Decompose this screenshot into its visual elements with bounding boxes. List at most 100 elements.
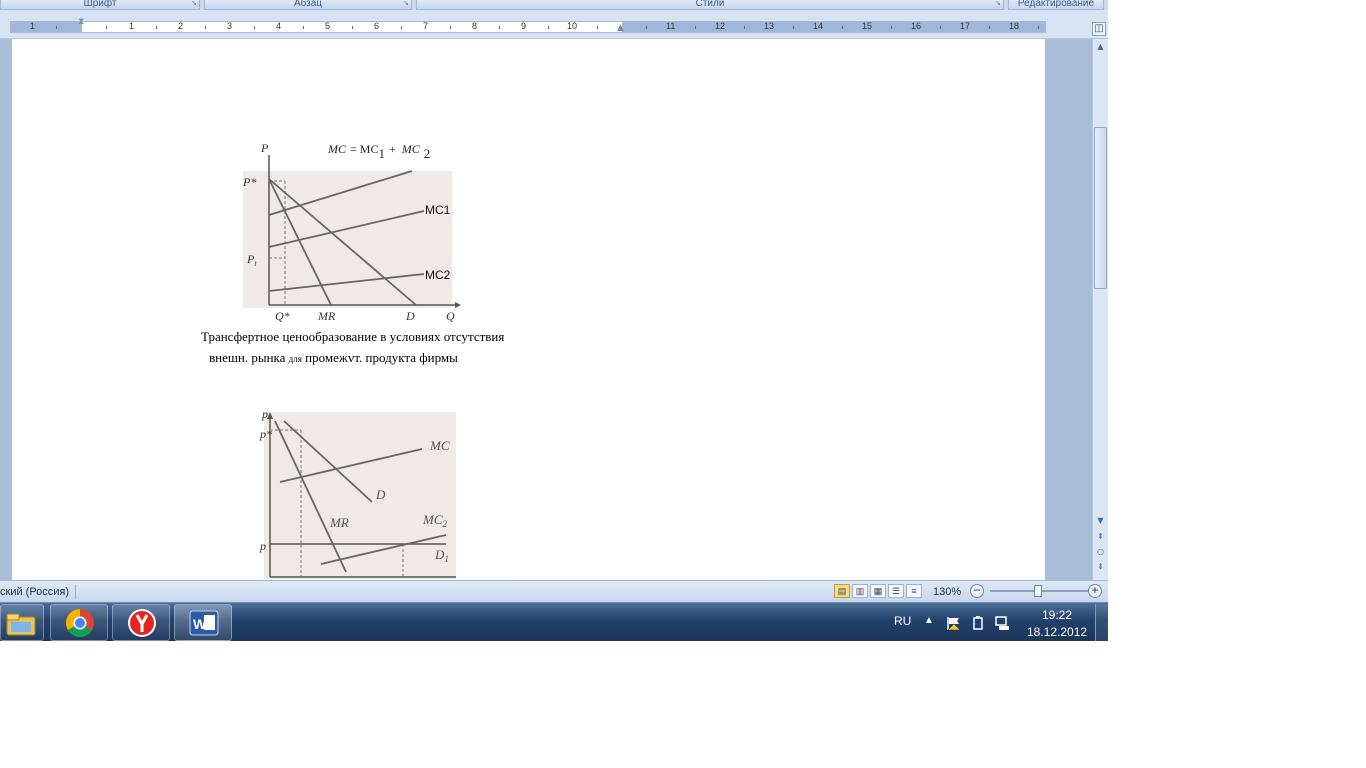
figure1-formula-sub1: 1 [378,146,385,161]
figure2-label-mc: MC [429,438,450,453]
figure2-background [264,412,456,579]
document-area: P MC = MC1 + MC 2 P* Pt MC1 MC2 Q* MR D Q Тр… [0,39,1092,580]
caption-part-c: промежvт. продукта фирмы [305,350,458,365]
caption-part-b: для [288,354,302,364]
caption-part-a: внешн. рынка [209,350,286,365]
ribbon-group-styles[interactable]: Стили ↘ [416,0,1004,10]
figure1-label-qstar: Q* [275,309,290,323]
vertical-scrollbar[interactable]: ▲ ▼ ⇞ ○ ⇟ [1092,39,1108,580]
tray-expand-icon[interactable]: ▲ [924,615,934,626]
ruler-strip: 1 1 2 3 4 5 6 7 8 9 10 11 12 13 14 15 16… [10,21,1046,33]
figure2-label-mc2: MC [422,512,443,527]
figure1-label-mr: MR [317,309,336,323]
figure1-formula-sub2: 2 [424,146,431,161]
figure2-label-d1-sub: 1 [444,554,449,564]
horizontal-ruler[interactable]: 1 1 2 3 4 5 6 7 8 9 10 11 12 13 14 15 16… [0,10,1108,39]
ruler-number: 8 [472,21,478,31]
power-icon[interactable] [970,615,986,631]
web-layout-button[interactable]: ▦ [870,584,886,598]
status-bar: ский (Россия) ▤ ▥ ▦ ☰ ≡ 130% − + [0,580,1108,602]
figure1-formula-eq: = MC [350,142,378,156]
scroll-down-icon[interactable]: ▼ [1095,515,1106,527]
ribbon-group-editing[interactable]: Редактирование [1008,0,1104,10]
ruler-number: 18 [1009,21,1020,31]
ruler-number: 14 [813,21,824,31]
network-icon[interactable] [994,615,1010,631]
figure2-label-mr: MR [329,515,349,530]
word-icon: W [189,610,219,636]
figure1-label-pstar: P* [242,175,256,189]
dialog-launcher-icon[interactable]: ↘ [403,0,409,7]
ruler-number: 11 [666,21,676,31]
ruler-number: 4 [276,21,282,31]
ruler-right-margin [622,22,1046,32]
first-line-indent-marker[interactable]: ⧗ [78,18,84,27]
ribbon-group-font-label: Шрифт [83,0,117,9]
scroll-up-icon[interactable]: ▲ [1095,41,1106,53]
ribbon-group-font[interactable]: Шрифт ↘ [0,0,200,10]
ruler-number: 13 [764,21,775,31]
ribbon-group-styles-label: Стили [695,0,725,9]
ribbon-group-paragraph[interactable]: Абзац ↘ [204,0,412,10]
ruler-number: 9 [521,21,527,31]
document-page[interactable]: P MC = MC1 + MC 2 P* Pt MC1 MC2 Q* MR D Q Тр… [12,39,1045,580]
ruler-number: 17 [960,21,971,31]
ruler-number: 3 [227,21,233,31]
taskbar-chrome[interactable] [50,604,108,641]
figure2-label-p: p [259,539,266,553]
right-indent-marker[interactable]: ▲ [617,24,624,33]
figure1-label-mc2: MC2 [425,268,451,282]
figure2-label-d: D [375,487,386,502]
ruler-number: 5 [325,21,331,31]
figure1-formula-mc2: MC [401,142,421,156]
zoom-slider-thumb[interactable] [1034,585,1042,597]
dialog-launcher-icon[interactable]: ↘ [995,0,1001,7]
ruler-number: 1 [30,21,36,31]
ruler-number: 1 [129,21,135,31]
ruler-number: 2 [178,21,184,31]
show-desktop-button[interactable] [1095,604,1108,641]
taskbar-word[interactable]: W [174,604,232,641]
tray-clock-time[interactable]: 19:22 [1042,608,1072,622]
full-screen-reading-button[interactable]: ▥ [852,584,868,598]
tray-language[interactable]: RU [894,614,911,628]
ruler-left-margin [10,22,82,32]
view-ruler-button[interactable]: ◫ [1092,22,1106,36]
flag-icon[interactable] [946,615,962,631]
taskbar-yandex-browser[interactable] [112,604,170,641]
print-layout-view-button[interactable]: ▤ [834,584,850,598]
figure2-label-mc2-sub: 2 [443,519,448,529]
draft-view-button[interactable]: ≡ [906,584,922,598]
figure-transfer-pricing: P MC = MC1 + MC 2 P* Pt MC1 MC2 Q* MR D Q [242,141,461,323]
svg-text:MC= MC1+MC2: MC = MC1 + MC 2 [327,142,430,161]
chrome-icon [66,609,94,637]
ribbon-group-bar: Шрифт ↘ Абзац ↘ Стили ↘ Редактирование [0,0,1108,10]
figure-external-market: p p* MC D MR MC2 p D1 [259,409,456,579]
zoom-level[interactable]: 130% [933,585,961,599]
figure1-x-arrow [455,302,461,308]
figure1-formula-mc: MC [327,142,347,156]
tray-clock-date[interactable]: 18.12.2012 [1027,625,1087,639]
taskbar-explorer[interactable] [0,604,44,641]
ruler-number: 6 [374,21,380,31]
zoom-in-icon[interactable]: + [1088,584,1102,598]
ribbon-group-editing-label: Редактирование [1017,0,1095,9]
figure-caption-line2: внешн. рынка для промежvт. продукта фирм… [209,350,458,366]
browse-object-icon[interactable]: ○ [1095,546,1106,558]
dialog-launcher-icon[interactable]: ↘ [191,0,197,7]
ruler-number: 7 [423,21,429,31]
figure1-axis-p: P [260,141,269,155]
scrollbar-thumb[interactable] [1094,127,1107,289]
ruler-number: 15 [862,21,873,31]
figure2-label-d1: D [434,547,445,562]
outline-view-button[interactable]: ☰ [888,584,904,598]
ribbon-group-paragraph-label: Абзац [293,0,323,9]
figure1-label-d: D [405,309,415,323]
previous-page-icon[interactable]: ⇞ [1095,531,1106,543]
figure2-label-pstar: p* [259,427,272,441]
explorer-icon [6,613,36,636]
next-page-icon[interactable]: ⇟ [1095,561,1106,573]
zoom-out-icon[interactable]: − [970,584,984,598]
status-language[interactable]: ский (Россия) [0,585,77,599]
ruler-number: 16 [911,21,922,31]
